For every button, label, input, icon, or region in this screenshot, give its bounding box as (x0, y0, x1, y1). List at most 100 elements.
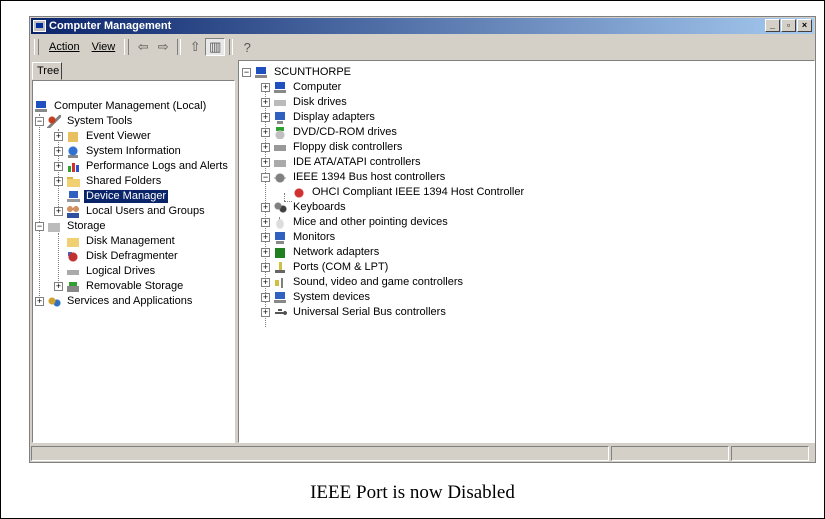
tab-tree[interactable]: Tree (32, 62, 62, 80)
toolbar-grip-2[interactable] (124, 39, 130, 55)
device-category-system-devices[interactable]: System devices (273, 290, 372, 305)
device-category-display-adapters[interactable]: Display adapters (273, 110, 377, 125)
monitor-icon (273, 231, 287, 244)
device-label: IEEE 1394 Bus host controllers (293, 171, 446, 183)
device-ohci-controller[interactable]: OHCI Compliant IEEE 1394 Host Controller (292, 185, 526, 200)
device-category-floppy[interactable]: Floppy disk controllers (273, 140, 404, 155)
disk-drive-icon (273, 96, 287, 109)
expand-toggle[interactable]: + (261, 278, 270, 287)
expand-toggle[interactable]: + (261, 128, 270, 137)
back-arrow-icon[interactable]: ⇦ (133, 38, 153, 56)
expand-toggle[interactable]: + (261, 248, 270, 257)
forward-arrow-icon[interactable]: ⇨ (153, 38, 173, 56)
device-category-mice[interactable]: Mice and other pointing devices (273, 215, 450, 230)
device-category-ieee1394[interactable]: IEEE 1394 Bus host controllers (273, 170, 447, 185)
expand-toggle[interactable]: + (261, 293, 270, 302)
expand-toggle[interactable]: + (261, 218, 270, 227)
expand-toggle[interactable]: + (261, 233, 270, 242)
toolbar-grip[interactable] (34, 39, 39, 55)
console-tree: Computer Management (Local) − System Too… (32, 80, 235, 443)
display-adapter-icon (273, 111, 287, 124)
device-root-scunthorpe[interactable]: SCUNTHORPE (254, 65, 353, 80)
device-category-ports[interactable]: Ports (COM & LPT) (273, 260, 390, 275)
window-title: Computer Management (49, 20, 172, 32)
expand-toggle[interactable]: + (54, 282, 63, 291)
computer-icon (34, 100, 48, 113)
device-category-monitors[interactable]: Monitors (273, 230, 337, 245)
device-label: Ports (COM & LPT) (293, 261, 389, 273)
device-label: Keyboards (293, 201, 346, 213)
tree-node-event-viewer[interactable]: Event Viewer (66, 129, 153, 144)
left-pane: Tree Computer Management (Local) − Syste… (32, 60, 235, 443)
tree-node-device-manager[interactable]: Device Manager (66, 189, 169, 204)
expand-toggle[interactable]: + (261, 98, 270, 107)
device-category-sound[interactable]: Sound, video and game controllers (273, 275, 465, 290)
tree-label: Services and Applications (67, 295, 193, 307)
status-panel-2 (611, 446, 729, 461)
expand-toggle[interactable]: + (261, 203, 270, 212)
expand-toggle[interactable]: + (54, 147, 63, 156)
expand-toggle[interactable]: + (54, 162, 63, 171)
tree-node-removable-storage[interactable]: Removable Storage (66, 279, 185, 294)
status-panel-main (31, 446, 609, 461)
tree-node-disk-defragmenter[interactable]: Disk Defragmenter (66, 249, 180, 264)
minimize-button[interactable]: _ (765, 19, 780, 32)
dvd-icon (273, 126, 287, 139)
floppy-icon (273, 141, 287, 154)
expand-toggle[interactable]: + (261, 263, 270, 272)
expand-toggle[interactable]: + (35, 297, 44, 306)
tree-node-logical-drives[interactable]: Logical Drives (66, 264, 157, 279)
device-label: Display adapters (293, 111, 375, 123)
device-label: Computer (293, 81, 342, 93)
tree-node-performance-logs[interactable]: Performance Logs and Alerts (66, 159, 230, 174)
tree-label: Disk Management (86, 235, 175, 247)
expand-toggle[interactable]: + (261, 308, 270, 317)
expand-toggle[interactable]: + (54, 132, 63, 141)
device-category-disk-drives[interactable]: Disk drives (273, 95, 349, 110)
device-category-computer[interactable]: Computer (273, 80, 343, 95)
collapse-toggle[interactable]: − (35, 222, 44, 231)
show-hide-tree-icon[interactable]: ▥ (205, 38, 226, 56)
help-icon[interactable]: ? (237, 38, 257, 56)
tree-label: Disk Defragmenter (86, 250, 178, 262)
computer-icon (273, 81, 287, 94)
expand-toggle[interactable]: + (54, 177, 63, 186)
tree-node-services-applications[interactable]: Services and Applications (47, 294, 194, 309)
tree-node-system-information[interactable]: System Information (66, 144, 183, 159)
tree-node-storage[interactable]: Storage (47, 219, 108, 234)
tree-node-computer-management[interactable]: Computer Management (Local) (34, 99, 208, 114)
expand-toggle[interactable]: + (261, 158, 270, 167)
ieee1394-icon (273, 171, 287, 184)
tree-label: Shared Folders (86, 175, 162, 187)
device-category-network-adapters[interactable]: Network adapters (273, 245, 381, 260)
expand-toggle[interactable]: + (261, 83, 270, 92)
device-category-ide[interactable]: IDE ATA/ATAPI controllers (273, 155, 423, 170)
collapse-toggle[interactable]: − (261, 173, 270, 182)
status-panel-3 (731, 446, 809, 461)
tree-label: Performance Logs and Alerts (86, 160, 228, 172)
collapse-toggle[interactable]: − (242, 68, 251, 77)
tree-line (39, 114, 40, 304)
collapse-toggle[interactable]: − (35, 117, 44, 126)
expand-toggle[interactable]: + (261, 113, 270, 122)
system-info-icon (66, 145, 80, 158)
expand-toggle[interactable]: + (54, 207, 63, 216)
expand-toggle[interactable]: + (261, 143, 270, 152)
usb-icon (273, 306, 287, 319)
menu-action[interactable]: Action (43, 41, 86, 53)
device-category-keyboards[interactable]: Keyboards (273, 200, 348, 215)
device-category-dvd-cdrom[interactable]: DVD/CD-ROM drives (273, 125, 399, 140)
tree-node-shared-folders[interactable]: Shared Folders (66, 174, 163, 189)
device-category-usb[interactable]: Universal Serial Bus controllers (273, 305, 448, 320)
system-devices-icon (273, 291, 287, 304)
tree-label: Logical Drives (86, 265, 156, 277)
maximize-button[interactable]: ▫ (781, 19, 796, 32)
tree-node-disk-management[interactable]: Disk Management (66, 234, 177, 249)
tree-node-system-tools[interactable]: System Tools (47, 114, 134, 129)
up-folder-icon[interactable]: ⇧ (185, 38, 205, 56)
tree-node-local-users[interactable]: Local Users and Groups (66, 204, 207, 219)
menu-view[interactable]: View (86, 41, 122, 53)
tree-label: Device Manager (84, 190, 169, 203)
close-button[interactable]: × (797, 19, 812, 32)
tree-label: System Information (86, 145, 181, 157)
